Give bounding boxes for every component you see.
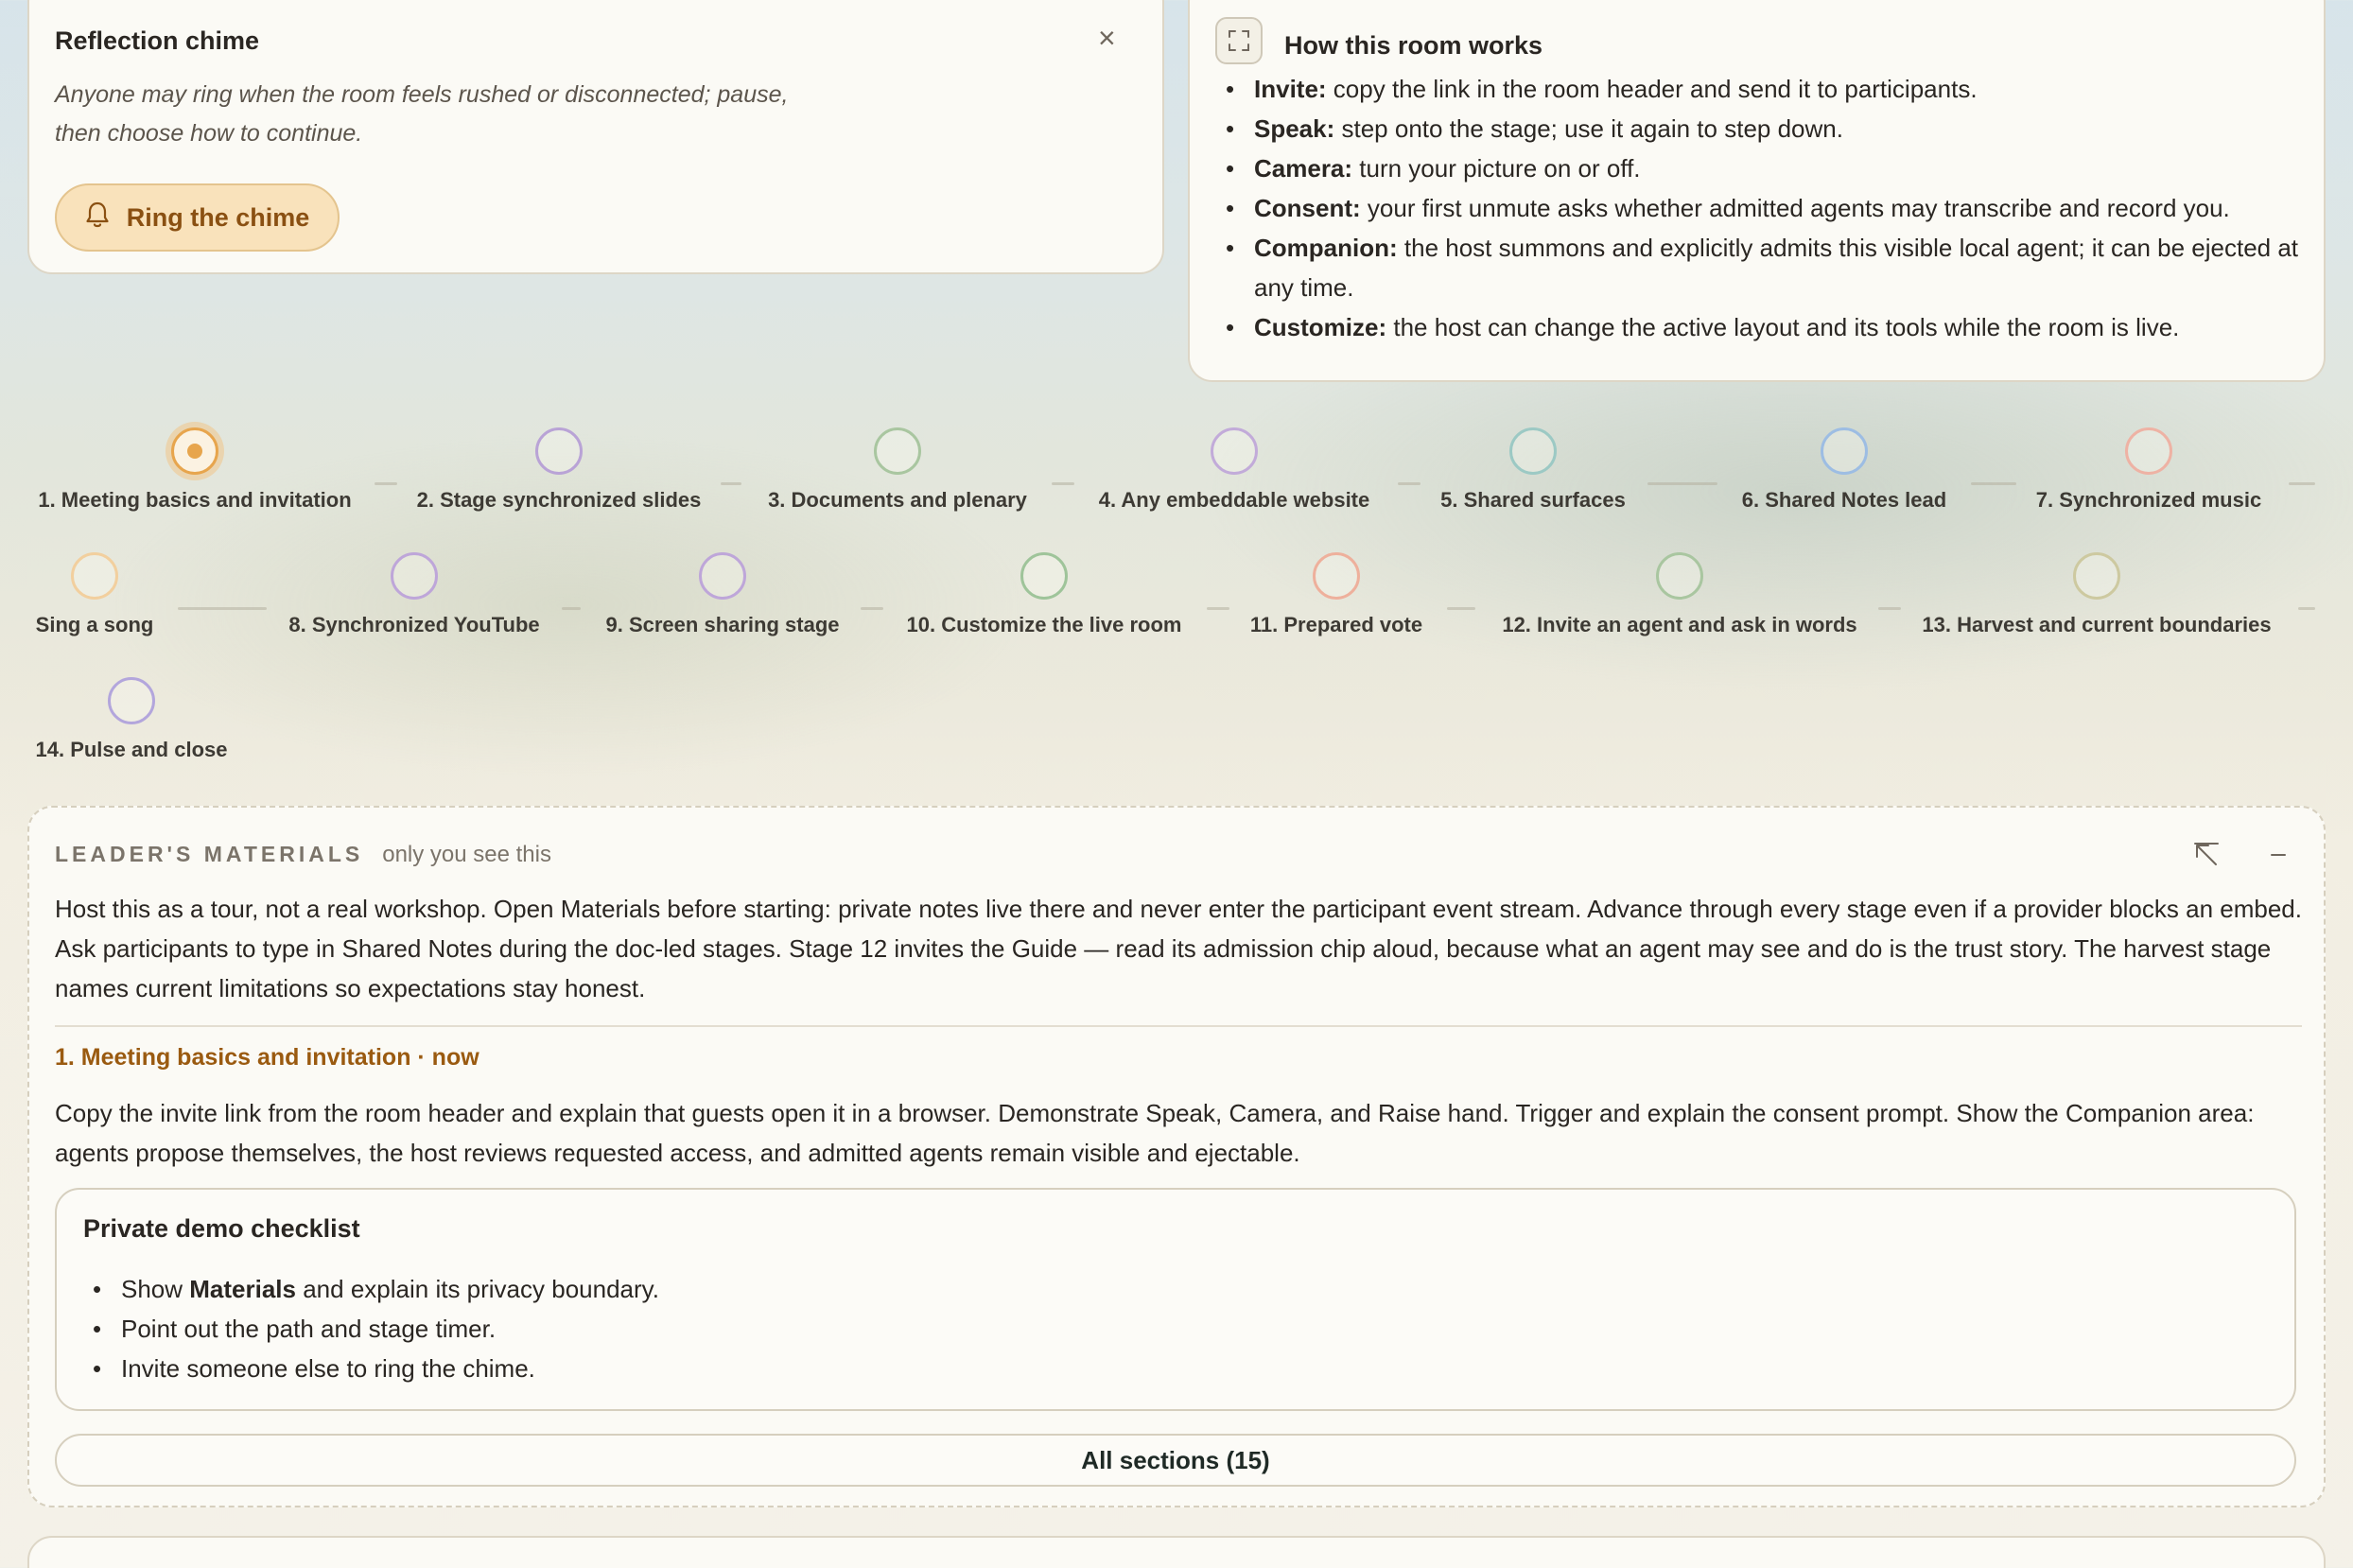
how-item-companion: Companion: the host summons and explicit… [1226,228,2304,307]
how-list: Invite: copy the link in the room header… [1226,69,2304,347]
materials-tools [2189,838,2295,872]
bell-icon [85,200,110,235]
stage-marker[interactable] [1656,552,1703,600]
expand-icon[interactable] [1215,17,1263,64]
ring-chime-button[interactable]: Ring the chime [55,183,340,252]
stage-marker[interactable] [1313,552,1360,600]
next-card [27,1536,2326,1568]
checklist-item: Point out the path and stage timer. [93,1309,659,1349]
stage-step[interactable]: 13. Harvest and current boundaries [1813,552,2353,637]
stage-step[interactable]: 14. Pulse and close [0,677,415,762]
stage-label: 12. Invite an agent and ask in words [1502,613,1857,636]
stage-marker[interactable] [391,552,438,600]
stage-marker[interactable] [71,552,118,600]
how-item-speak: Speak: step onto the stage; use it again… [1226,109,2304,148]
minimize-icon[interactable] [2261,838,2295,872]
chime-title: Reflection chime [55,26,260,55]
stage-marker[interactable] [2073,552,2120,600]
current-stage-heading: 1. Meeting basics and invitation · now [55,1044,479,1071]
divider [55,1025,2302,1027]
stage-marker[interactable] [1509,427,1557,475]
stage-marker[interactable] [535,427,583,475]
stage-step[interactable]: 7. Synchronized music [1865,427,2353,513]
stage-marker[interactable] [874,427,921,475]
materials-intro: Host this as a tour, not a real workshop… [55,895,2302,1002]
stage-label: 13. Harvest and current boundaries [1922,613,2272,636]
how-item-invite: Invite: copy the link in the room header… [1226,69,2304,109]
ring-chime-label: Ring the chime [126,202,310,232]
stage-marker[interactable] [171,427,218,475]
checklist-item: Show Materials and explain its privacy b… [93,1269,659,1309]
how-item-customize: Customize: the host can change the activ… [1226,307,2304,347]
materials-header: LEADER'S MATERIALS only you see this [55,842,551,868]
chime-description: Anyone may ring when the room feels rush… [55,81,789,147]
close-icon[interactable]: × [1098,23,1116,53]
leaders-materials-panel: LEADER'S MATERIALS only you see this Hos… [27,806,2326,1507]
stage-marker[interactable] [699,552,746,600]
reflection-chime-card: Reflection chime × Anyone may ring when … [27,0,1164,274]
checklist-items: Show Materials and explain its privacy b… [93,1269,659,1388]
stage-marker[interactable] [1821,427,1868,475]
stage-marker[interactable] [108,677,155,724]
how-room-works-card: How this room works Invite: copy the lin… [1188,0,2326,382]
how-item-consent: Consent: your first unmute asks whether … [1226,188,2304,228]
stage-label: 14. Pulse and close [35,738,228,761]
how-title: How this room works [1284,31,1543,60]
all-sections-button[interactable]: All sections (15) [55,1434,2296,1487]
pop-out-icon[interactable] [2189,838,2223,872]
private-demo-checklist: Private demo checklist Show Materials an… [55,1188,2296,1411]
stage-label: 7. Synchronized music [2035,488,2262,512]
materials-subheading: only you see this [382,842,551,867]
stage-marker[interactable] [2125,427,2172,475]
checklist-title: Private demo checklist [83,1214,360,1243]
how-item-camera: Camera: turn your picture on or off. [1226,148,2304,188]
materials-heading: LEADER'S MATERIALS [55,842,364,866]
current-stage-text: Copy the invite link from the room heade… [55,1099,2255,1167]
checklist-item: Invite someone else to ring the chime. [93,1349,659,1388]
